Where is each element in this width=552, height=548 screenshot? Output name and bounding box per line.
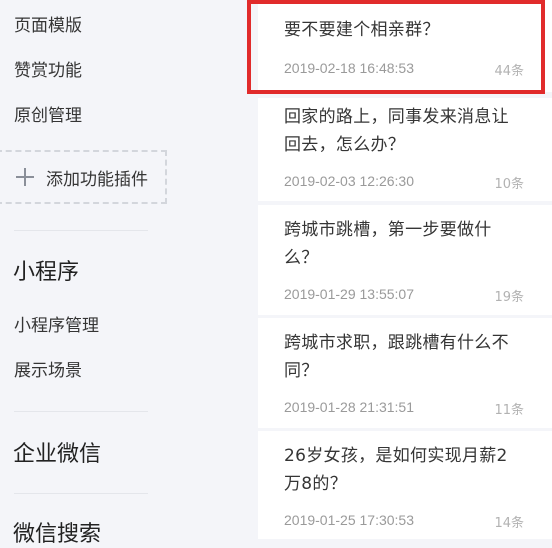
article-date: 2019-02-03 12:26:30 (284, 173, 414, 189)
section-title-wecom: 企业微信 (13, 442, 102, 467)
sidebar-item-reward[interactable]: 赞赏功能 (14, 61, 82, 81)
article-count: 19条 (494, 290, 524, 305)
article-title: 要不要建个相亲群？ (284, 20, 440, 40)
section-title-mini-program: 小程序 (13, 260, 80, 285)
article-date: 2019-01-29 13:55:07 (284, 286, 414, 302)
article-count: 11条 (494, 403, 524, 418)
article-card[interactable]: 回家的路上，同事发来消息让回去，怎么办？ 2019-02-03 12:26:30… (258, 98, 552, 201)
article-card[interactable]: 要不要建个相亲群？ 2019-02-18 16:48:53 44条 (258, 0, 552, 92)
article-count: 44条 (494, 64, 524, 79)
article-date: 2019-02-18 16:48:53 (284, 60, 414, 76)
article-card[interactable]: 26岁女孩，是如何实现月薪2万8的？ 2019-01-25 17:30:53 1… (258, 431, 552, 539)
article-title: 跨城市求职，跟跳槽有什么不同？ (284, 333, 509, 381)
article-card[interactable]: 跨城市跳槽，第一步要做什么？ 2019-01-29 13:55:07 19条 (258, 205, 552, 315)
divider (14, 230, 148, 231)
article-title: 26岁女孩，是如何实现月薪2万8的？ (284, 446, 508, 494)
article-title: 回家的路上，同事发来消息让回去，怎么办？ (284, 107, 509, 155)
article-list: 要不要建个相亲群？ 2019-02-18 16:48:53 44条 回家的路上，… (258, 0, 552, 539)
article-title: 跨城市跳槽，第一步要做什么？ (284, 220, 492, 268)
plus-icon (16, 168, 34, 186)
add-plugin-label: 添加功能插件 (46, 169, 148, 190)
sidebar-item-original[interactable]: 原创管理 (14, 106, 82, 126)
article-count: 14条 (494, 516, 524, 531)
article-card[interactable]: 跨城市求职，跟跳槽有什么不同？ 2019-01-28 21:31:51 11条 (258, 318, 552, 428)
sidebar: 页面模版 赞赏功能 原创管理 添加功能插件 小程序 小程序管理 展示场景 企业微… (0, 0, 258, 547)
divider (14, 411, 148, 412)
divider (14, 493, 148, 494)
article-date: 2019-01-25 17:30:53 (284, 512, 414, 528)
article-date: 2019-01-28 21:31:51 (284, 399, 414, 415)
add-plugin-button[interactable]: 添加功能插件 (0, 150, 167, 204)
section-title-search: 微信搜索 (13, 522, 102, 547)
sidebar-item-page-template[interactable]: 页面模版 (14, 16, 82, 36)
sidebar-item-display-scene[interactable]: 展示场景 (14, 361, 82, 381)
sidebar-item-mini-program-manage[interactable]: 小程序管理 (14, 316, 99, 336)
article-count: 10条 (494, 177, 524, 192)
